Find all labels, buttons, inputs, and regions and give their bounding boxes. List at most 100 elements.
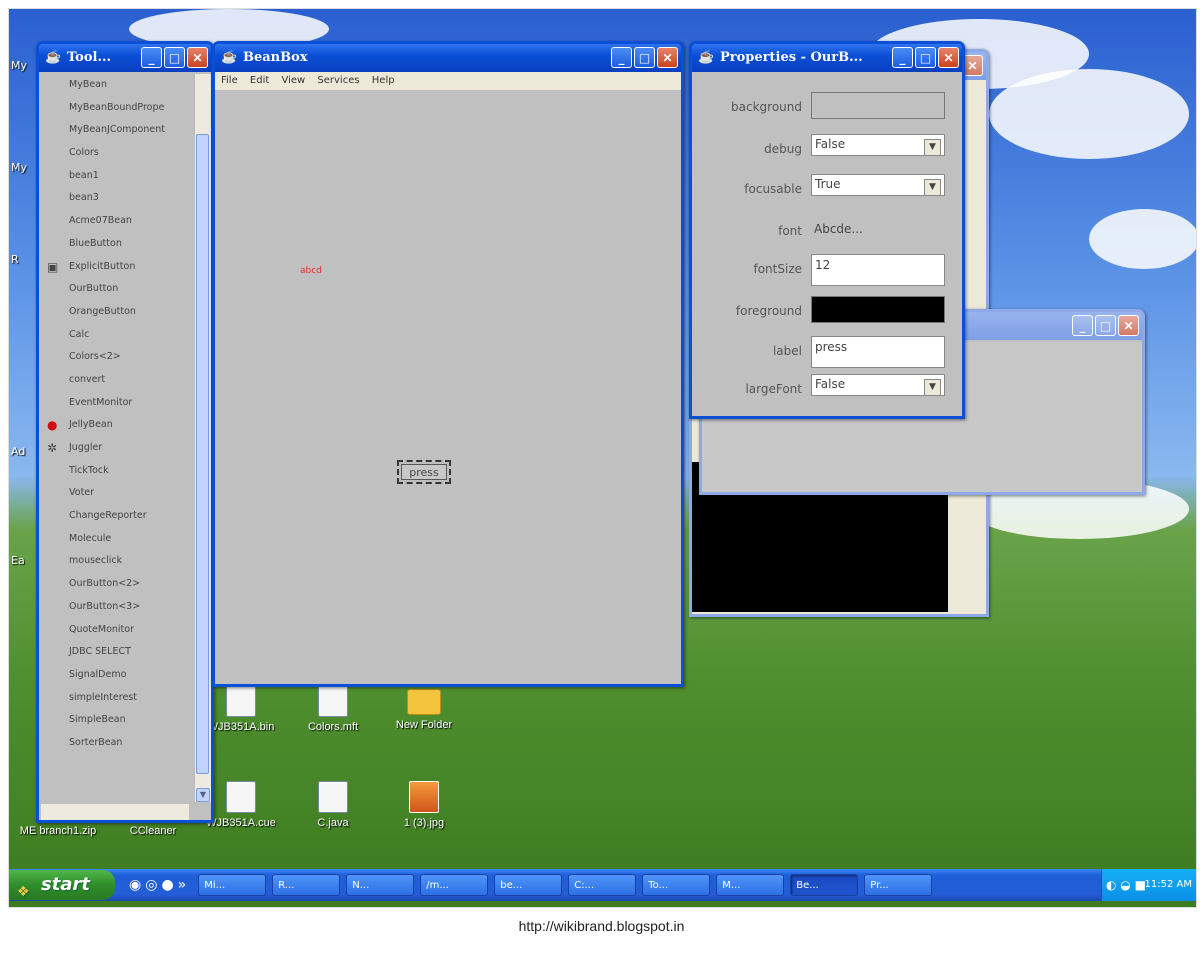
taskbar-button[interactable]: N... [346,874,415,896]
desktop-icon-new-folder[interactable]: New Folder [384,689,464,731]
chrome-icon[interactable]: ◉ [129,877,141,893]
taskbar-button[interactable]: Be... [790,874,859,896]
desktop-label-ad[interactable]: Ad [11,445,25,458]
properties-titlebar[interactable]: ☕ Properties - OurB... _ □ ✕ [692,44,962,72]
clock[interactable]: 11:52 AM [1145,879,1192,890]
toolbox-item[interactable]: ChangeReporter [41,505,189,528]
toolbox-item[interactable]: OurButton [41,278,189,301]
beanbox-canvas[interactable]: abcd press [215,90,681,684]
toolbox-item[interactable]: Acme07Bean [41,210,189,233]
canvas-text-bean[interactable]: abcd [300,266,322,276]
chevron-down-icon[interactable]: ▼ [924,179,941,196]
selected-press-button[interactable]: press [397,460,451,484]
toolbox-item[interactable]: EventMonitor [41,392,189,415]
menu-help[interactable]: Help [372,75,395,86]
taskbar-button[interactable]: Mi... [198,874,267,896]
font-editor-link[interactable]: Abcde... [811,216,945,243]
toolbox-item[interactable]: BlueButton [41,233,189,256]
close-icon[interactable]: ✕ [938,47,959,68]
property-dropdown[interactable]: False ▼ [811,374,945,396]
properties-window[interactable]: ☕ Properties - OurB... _ □ ✕ background d… [689,41,965,419]
start-button[interactable]: ❖ start [9,870,115,900]
toolbox-item[interactable]: OurButton<2> [41,573,189,596]
toolbox-window[interactable]: ☕ Tool... _ □ ✕ MyBean MyBeanBoundPrope My… [36,41,214,823]
scroll-thumb[interactable] [196,134,209,774]
toolbox-item[interactable]: ● JellyBean [41,414,189,437]
toolbox-item[interactable]: simpleInterest [41,687,189,710]
desktop-label-recycle[interactable]: R [11,253,19,266]
close-icon[interactable]: ✕ [187,47,208,68]
maximize-icon[interactable]: □ [634,47,655,68]
toolbox-item[interactable]: ▣ ExplicitButton [41,256,189,279]
taskbar-button[interactable]: /m... [420,874,489,896]
beanbox-window[interactable]: ☕ BeanBox _ □ ✕ File Edit View Services … [212,41,684,687]
maximize-icon[interactable]: □ [164,47,185,68]
toolbox-item[interactable]: OrangeButton [41,301,189,324]
credit-url[interactable]: http://wikibrand.blogspot.in [0,918,1203,934]
menu-view[interactable]: View [281,75,305,86]
beanbox-titlebar[interactable]: ☕ BeanBox _ □ ✕ [215,44,681,72]
toolbox-item[interactable]: bean1 [41,165,189,188]
chevron-down-icon[interactable]: ▼ [924,379,941,396]
desktop-label-ea[interactable]: Ea [11,554,25,567]
toolbox-item[interactable]: SorterBean [41,732,189,755]
maximize-icon[interactable]: □ [1095,315,1116,336]
toolbox-item[interactable]: MyBeanBoundPrope [41,97,189,120]
chevron-down-icon[interactable]: ▼ [924,139,941,156]
desktop-icon-colors-mft[interactable]: Colors.mft [293,685,373,733]
desktop-icon-1-3-jpg[interactable]: 1 (3).jpg [384,781,464,829]
close-icon[interactable]: ✕ [962,55,983,76]
toolbox-item[interactable]: Colors [41,142,189,165]
desktop-label-mycomputer[interactable]: My [11,161,27,174]
taskbar-button[interactable]: M... [716,874,785,896]
toolbox-item[interactable]: convert [41,369,189,392]
toolbox-item[interactable]: mouseclick [41,550,189,573]
toolbox-item[interactable]: SignalDemo [41,664,189,687]
taskbar-button[interactable]: be... [494,874,563,896]
color-swatch[interactable] [811,296,945,323]
toolbox-titlebar[interactable]: ☕ Tool... _ □ ✕ [39,44,211,72]
toolbox-item[interactable]: MyBeanJComponent [41,119,189,142]
desktop-icon-c-java[interactable]: C.java [293,781,373,829]
toolbox-item[interactable]: JDBC SELECT [41,641,189,664]
menu-file[interactable]: File [221,75,238,86]
press-button-label[interactable]: press [401,464,447,480]
property-dropdown[interactable]: True ▼ [811,174,945,196]
toolbox-item[interactable]: OurButton<3> [41,596,189,619]
minimize-icon[interactable]: _ [141,47,162,68]
toolbox-item[interactable]: MyBean [41,74,189,97]
desktop-label-mydocs[interactable]: My [11,59,27,72]
close-icon[interactable]: ✕ [657,47,678,68]
menu-services[interactable]: Services [317,75,359,86]
toolbox-item[interactable]: Voter [41,482,189,505]
property-text-field[interactable]: press [811,336,945,368]
minimize-icon[interactable]: _ [1072,315,1093,336]
overflow-chevron[interactable]: » [178,877,187,893]
toolbox-item[interactable]: Molecule [41,528,189,551]
toolbox-item[interactable]: ✲ Juggler [41,437,189,460]
minimize-icon[interactable]: _ [611,47,632,68]
color-swatch[interactable] [811,92,945,119]
scroll-down-icon[interactable]: ▼ [196,788,210,802]
toolbox-vertical-scrollbar[interactable]: ▼ [194,74,211,802]
taskbar-button[interactable]: Pr... [864,874,933,896]
toolbox-item[interactable]: TickTock [41,460,189,483]
ie-icon[interactable]: ◎ [145,877,157,893]
property-dropdown[interactable]: False ▼ [811,134,945,156]
toolbox-horizontal-scrollbar[interactable] [41,804,189,820]
taskbar-button[interactable]: R... [272,874,341,896]
minimize-icon[interactable]: _ [892,47,913,68]
close-icon[interactable]: ✕ [1118,315,1139,336]
toolbox-item[interactable]: Colors<2> [41,346,189,369]
toolbox-item[interactable]: SimpleBean [41,709,189,732]
maximize-icon[interactable]: □ [915,47,936,68]
property-text-field[interactable]: 12 [811,254,945,286]
toolbox-item[interactable]: Calc [41,324,189,347]
firefox-icon[interactable]: ● [161,877,173,893]
toolbox-item[interactable]: bean3 [41,187,189,210]
toolbox-item[interactable]: QuoteMonitor [41,619,189,642]
taskbar-button[interactable]: C:... [568,874,637,896]
taskbar-button[interactable]: To... [642,874,711,896]
tray-icons[interactable]: ◐ ◒ ■ [1106,869,1146,901]
menu-edit[interactable]: Edit [250,75,269,86]
